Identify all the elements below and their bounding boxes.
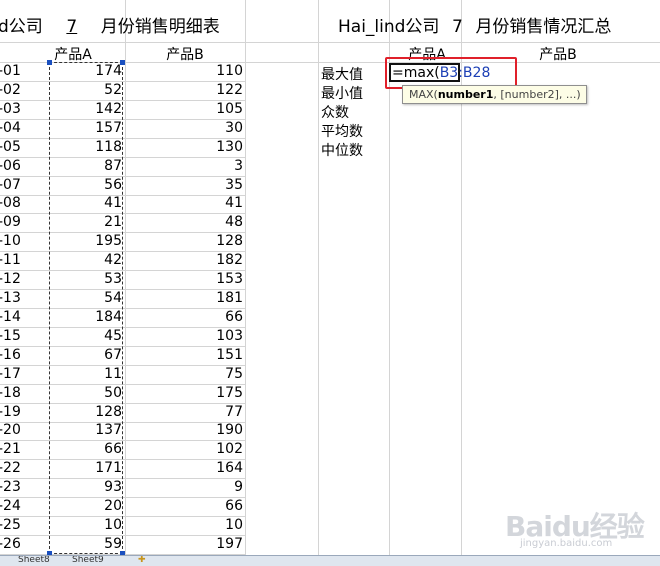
row-gridline — [0, 42, 660, 43]
cell-product-b[interactable]: 103 — [160, 328, 243, 344]
row-date-label[interactable]: -20 — [0, 422, 26, 438]
column-gridline — [318, 0, 319, 555]
row-date-label[interactable]: -09 — [0, 214, 26, 230]
row-date-label[interactable]: -01 — [0, 63, 26, 79]
cell-product-b[interactable]: 182 — [160, 252, 243, 268]
tooltip-args-rest: , [number2], ...) — [493, 88, 581, 101]
cell-product-b[interactable]: 130 — [160, 139, 243, 155]
row-date-label[interactable]: -10 — [0, 233, 26, 249]
stat-label-min[interactable]: 最小值 — [321, 83, 363, 103]
summary-title-month: 7 — [452, 17, 463, 37]
cell-product-b[interactable]: 75 — [160, 366, 243, 382]
detail-table-title: d公司 7 月份销售明细表 — [0, 12, 220, 37]
sheet-tab-bar: Sheet8 Sheet9 ✚ — [0, 555, 660, 566]
stat-label-max[interactable]: 最大值 — [321, 64, 363, 84]
row-date-label[interactable]: -24 — [0, 498, 26, 514]
row-date-label[interactable]: -06 — [0, 158, 26, 174]
cell-product-b[interactable]: 9 — [160, 479, 243, 495]
row-date-label[interactable]: -23 — [0, 479, 26, 495]
stat-label-mode[interactable]: 众数 — [321, 102, 349, 122]
function-signature-tooltip[interactable]: MAX(number1, [number2], ...) — [402, 85, 587, 104]
stat-label-mean[interactable]: 平均数 — [321, 121, 363, 141]
range-handle[interactable] — [120, 60, 125, 65]
row-date-label[interactable]: -07 — [0, 177, 26, 193]
row-date-label[interactable]: -18 — [0, 385, 26, 401]
cell-product-b[interactable]: 151 — [160, 347, 243, 363]
cell-product-b[interactable]: 110 — [160, 63, 243, 79]
summary-title-company: Hai_lind公司 — [338, 17, 440, 37]
title-suffix: 月份销售明细表 — [100, 17, 220, 37]
cell-product-b[interactable]: 122 — [160, 82, 243, 98]
row-date-label[interactable]: -25 — [0, 517, 26, 533]
row-date-label[interactable]: -14 — [0, 309, 26, 325]
cell-product-b[interactable]: 66 — [160, 309, 243, 325]
cell-product-b[interactable]: 190 — [160, 422, 243, 438]
row-date-label[interactable]: -04 — [0, 120, 26, 136]
tooltip-func: MAX( — [409, 88, 438, 101]
header-product-b[interactable]: 产品B — [164, 44, 206, 64]
column-gridline — [125, 0, 126, 555]
cell-product-b[interactable]: 181 — [160, 290, 243, 306]
summary-table-title: Hai_lind公司 7 月份销售情况汇总 — [338, 12, 611, 37]
title-month: 7 — [66, 17, 78, 37]
row-date-label[interactable]: -02 — [0, 82, 26, 98]
spreadsheet-grid[interactable]: d公司 7 月份销售明细表 Hai_lind公司 7 月份销售情况汇总 产品A 产品B … — [0, 0, 660, 565]
summary-title-suffix: 月份销售情况汇总 — [475, 17, 612, 37]
cell-product-b[interactable]: 164 — [160, 460, 243, 476]
row-date-label[interactable]: -12 — [0, 271, 26, 287]
cell-product-b[interactable]: 105 — [160, 101, 243, 117]
cell-product-b[interactable]: 128 — [160, 233, 243, 249]
row-date-label[interactable]: -26 — [0, 536, 26, 552]
row-date-label[interactable]: -16 — [0, 347, 26, 363]
cell-product-b[interactable]: 102 — [160, 441, 243, 457]
summary-header-product-b[interactable]: 产品B — [537, 44, 579, 64]
copy-range-marquee — [47, 60, 125, 556]
cell-product-b[interactable]: 77 — [160, 404, 243, 420]
row-date-label[interactable]: -05 — [0, 139, 26, 155]
range-handle[interactable] — [47, 60, 52, 65]
row-date-label[interactable]: -11 — [0, 252, 26, 268]
cell-product-b[interactable]: 3 — [160, 158, 243, 174]
cell-product-b[interactable]: 153 — [160, 271, 243, 287]
watermark-sub: jingyan.baidu.com — [520, 538, 613, 549]
column-gridline — [245, 0, 246, 555]
title-company: d公司 — [0, 17, 43, 37]
row-date-label[interactable]: -15 — [0, 328, 26, 344]
cell-product-b[interactable]: 48 — [160, 214, 243, 230]
row-date-label[interactable]: -17 — [0, 366, 26, 382]
row-date-label[interactable]: -03 — [0, 101, 26, 117]
cell-product-b[interactable]: 35 — [160, 177, 243, 193]
cell-product-b[interactable]: 30 — [160, 120, 243, 136]
row-date-label[interactable]: -08 — [0, 195, 26, 211]
cell-product-b[interactable]: 41 — [160, 195, 243, 211]
cell-product-b[interactable]: 197 — [160, 536, 243, 552]
row-date-label[interactable]: -21 — [0, 441, 26, 457]
row-date-label[interactable]: -13 — [0, 290, 26, 306]
header-product-a[interactable]: 产品A — [52, 44, 94, 64]
tooltip-arg-current: number1 — [437, 88, 494, 101]
cell-product-b[interactable]: 10 — [160, 517, 243, 533]
cell-product-b[interactable]: 175 — [160, 385, 243, 401]
cell-product-b[interactable]: 66 — [160, 498, 243, 514]
row-date-label[interactable]: -22 — [0, 460, 26, 476]
row-date-label[interactable]: -19 — [0, 404, 26, 420]
stat-label-median[interactable]: 中位数 — [321, 140, 363, 160]
